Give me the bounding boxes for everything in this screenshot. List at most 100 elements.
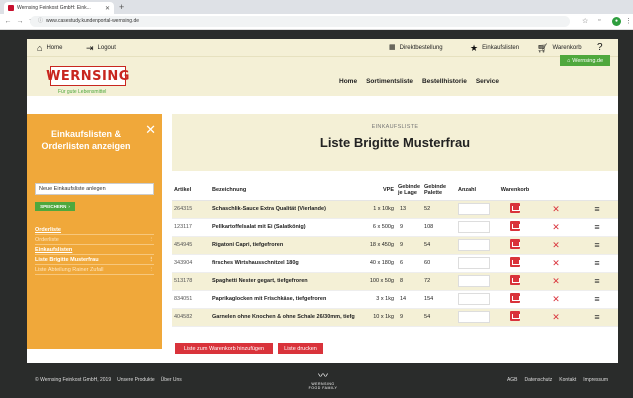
cell-gebinde-palette: 108 xyxy=(422,218,457,237)
more-icon[interactable]: ⋮ xyxy=(149,237,155,243)
nav-service[interactable]: Service xyxy=(476,78,499,85)
drag-handle-icon[interactable]: ≡ xyxy=(594,294,599,304)
delete-icon[interactable]: ✕ xyxy=(552,204,560,214)
cell-anzahl xyxy=(456,308,495,327)
cell-gebinde-palette: 54 xyxy=(422,236,457,255)
drag-handle-icon[interactable]: ≡ xyxy=(594,312,599,322)
drag-handle-icon[interactable]: ≡ xyxy=(594,240,599,250)
more-icon[interactable]: ⋮ xyxy=(149,267,155,273)
add-to-cart-icon[interactable] xyxy=(510,311,521,321)
cell-gebinde-lage: 9 xyxy=(396,308,423,327)
more-icon[interactable]: ⋮ xyxy=(149,257,155,263)
footer-link-ueber-uns[interactable]: Über Uns xyxy=(161,377,182,383)
cell-warenkorb xyxy=(494,218,537,237)
drag-handle-icon[interactable]: ≡ xyxy=(594,204,599,214)
delete-icon[interactable]: ✕ xyxy=(552,240,560,250)
new-tab-icon[interactable]: + xyxy=(119,2,124,12)
einkaufslisten-label: Einkaufslisten xyxy=(482,44,520,51)
cell-warenkorb xyxy=(494,200,537,219)
sidebar-item-einkaufslisten-header[interactable]: Einkaufslisten xyxy=(35,245,154,255)
footer-link-agb[interactable]: AGB xyxy=(507,377,518,383)
quantity-input[interactable] xyxy=(458,293,491,305)
sidebar-item-orderliste[interactable]: Orderliste ⋮ xyxy=(35,235,154,245)
col-anzahl: Anzahl xyxy=(456,180,495,201)
help-button[interactable]: ? xyxy=(597,42,603,53)
einkaufslisten-link[interactable]: ★ Einkaufslisten xyxy=(470,42,519,53)
extension-icon[interactable]: ▫ xyxy=(598,17,600,24)
sidebar-links: Orderliste Orderliste ⋮ Einkaufslisten L… xyxy=(35,225,154,275)
quantity-input[interactable] xyxy=(458,311,491,323)
add-to-cart-icon[interactable] xyxy=(510,221,521,231)
cell-bezeichnung: Garnelen ohne Knochen & ohne Schale 26/3… xyxy=(210,308,364,327)
drag-handle-icon[interactable]: ≡ xyxy=(594,258,599,268)
browser-tab[interactable]: Wernsing Feinkost GmbH: Eink... ✕ xyxy=(4,2,114,14)
cell-bezeichnung: Paprikaglocken mit Frischkäse, tiefgefro… xyxy=(210,290,364,309)
logout-link[interactable]: ⇥ Logout xyxy=(86,42,116,53)
quantity-input[interactable] xyxy=(458,221,491,233)
sidebar-item-liste-rainer[interactable]: Liste Abteilung Rainer Zufall ⋮ xyxy=(35,265,154,275)
logo-tagline: Für gute Lebensmittel xyxy=(58,89,107,95)
print-list-button[interactable]: Liste drucken xyxy=(278,343,323,354)
cell-move: ≡ xyxy=(576,254,618,273)
add-list-to-cart-button[interactable]: Liste zum Warenkorb hinzufügen xyxy=(175,343,273,354)
wernsing-de-link[interactable]: ⌂ Wernsing.de xyxy=(560,55,610,66)
cell-bezeichnung: Schaschlik-Sauce Extra Qualität (Vierlan… xyxy=(210,200,364,219)
close-icon[interactable]: ✕ xyxy=(145,122,156,138)
cell-gebinde-palette: 154 xyxy=(422,290,457,309)
quantity-input[interactable] xyxy=(458,203,491,215)
logout-icon: ⇥ xyxy=(86,42,94,53)
delete-icon[interactable]: ✕ xyxy=(552,222,560,232)
cell-gebinde-lage: 14 xyxy=(396,290,423,309)
nav-bestellhistorie[interactable]: Bestellhistorie xyxy=(422,78,467,85)
cell-anzahl xyxy=(456,272,495,291)
cell-artikel: 834051 xyxy=(172,290,210,309)
quantity-input[interactable] xyxy=(458,257,491,269)
cart-icon: 🛒︎ xyxy=(537,42,549,53)
delete-icon[interactable]: ✕ xyxy=(552,258,560,268)
add-to-cart-icon[interactable] xyxy=(510,239,521,249)
cell-gebinde-palette: 52 xyxy=(422,200,457,219)
add-to-cart-icon[interactable] xyxy=(510,257,521,267)
address-bar[interactable]: ⓘ www.casestudy.kundenportal-wernsing.de xyxy=(30,16,570,27)
delete-icon[interactable]: ✕ xyxy=(552,312,560,322)
footer-link-datenschutz[interactable]: Datenschutz xyxy=(525,377,553,383)
profile-icon[interactable]: ● xyxy=(612,17,621,26)
menu-dots-icon[interactable]: ⋮ xyxy=(625,17,632,25)
nav-sortimentsliste[interactable]: Sortimentsliste xyxy=(366,78,413,85)
cell-delete: ✕ xyxy=(536,308,577,327)
save-button[interactable]: SPEICHERN › xyxy=(35,202,75,211)
back-icon[interactable]: ← xyxy=(4,18,12,25)
direktbestellung-link[interactable]: ▦ Direktbestellung xyxy=(389,42,443,53)
nav-home[interactable]: Home xyxy=(339,78,357,85)
table-row: 454945 Rigatoni Capri, tiefgefroren 18 x 4… xyxy=(172,236,618,255)
quantity-input[interactable] xyxy=(458,275,491,287)
star-icon: ★ xyxy=(470,42,479,53)
list-header: EINKAUFSLISTE Liste Brigitte Musterfrau xyxy=(172,114,618,171)
warenkorb-link[interactable]: 🛒︎ Warenkorb xyxy=(537,42,582,53)
footer-link-produkte[interactable]: Unsere Produkte xyxy=(117,377,155,383)
delete-icon[interactable]: ✕ xyxy=(552,294,560,304)
star-icon[interactable]: ☆ xyxy=(582,17,588,25)
delete-icon[interactable]: ✕ xyxy=(552,276,560,286)
tab-close-icon[interactable]: ✕ xyxy=(105,5,110,12)
col-gebinde-palette: Gebinde Palette xyxy=(422,180,457,201)
quantity-input[interactable] xyxy=(458,239,491,251)
cell-move: ≡ xyxy=(576,290,618,309)
new-list-input[interactable]: Neue Einkaufsliste anlegen xyxy=(35,183,154,195)
sidebar-item-liste-brigitte[interactable]: Liste Brigitte Musterfrau ⋮ xyxy=(35,255,154,265)
drag-handle-icon[interactable]: ≡ xyxy=(594,222,599,232)
table-row: 264315 Schaschlik-Sauce Extra Qualität (V… xyxy=(172,200,618,219)
footer-link-kontakt[interactable]: Kontakt xyxy=(559,377,576,383)
wernsing-logo[interactable]: WERNSING xyxy=(46,66,129,86)
add-to-cart-icon[interactable] xyxy=(510,203,521,213)
sidebar-item-orderliste-header[interactable]: Orderliste xyxy=(35,225,154,235)
drag-handle-icon[interactable]: ≡ xyxy=(594,276,599,286)
footer-link-impressum[interactable]: Impressum xyxy=(583,377,608,383)
footer-right: AGB Datenschutz Kontakt Impressum xyxy=(507,377,608,383)
add-to-cart-icon[interactable] xyxy=(510,293,521,303)
home-link[interactable]: ⌂ Home xyxy=(37,42,62,53)
forward-icon[interactable]: → xyxy=(16,18,24,25)
cell-anzahl xyxy=(456,200,495,219)
add-to-cart-icon[interactable] xyxy=(510,275,521,285)
cell-artikel: 454945 xyxy=(172,236,210,255)
